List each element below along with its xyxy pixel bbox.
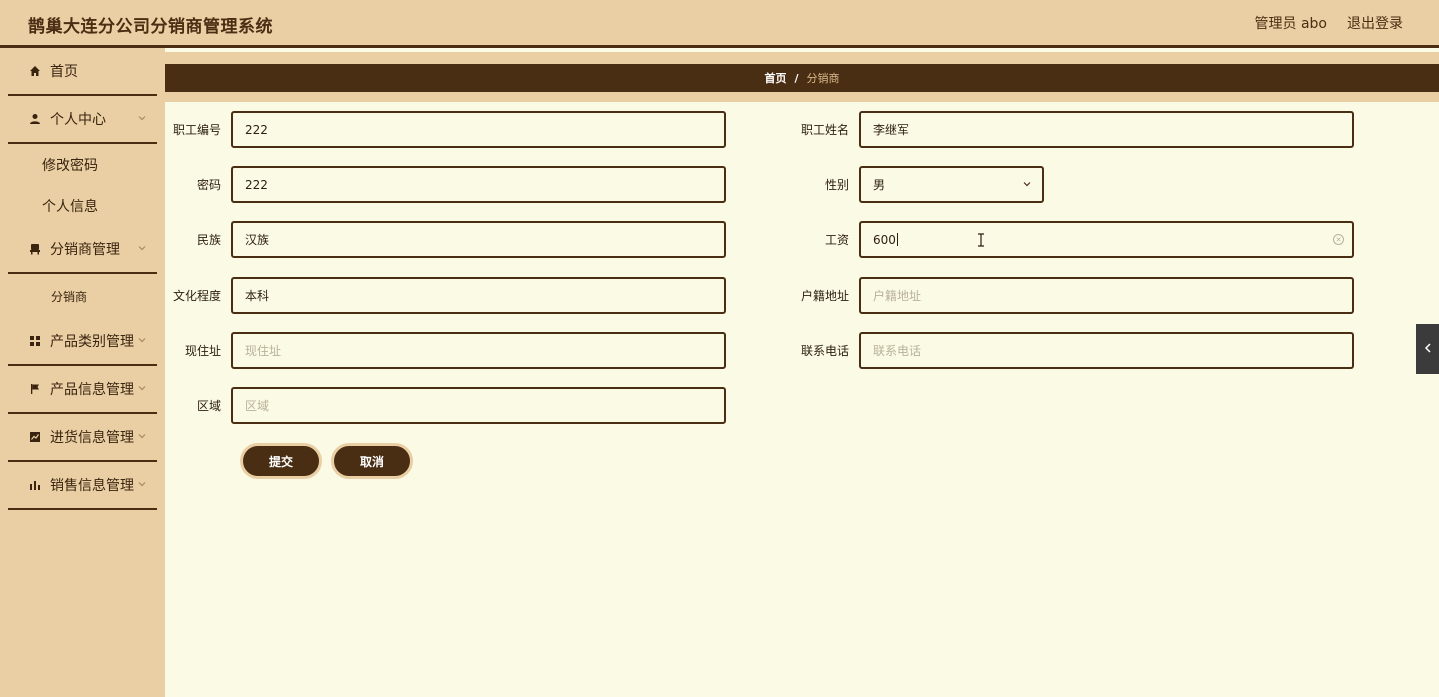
region-field[interactable]: 区域 (231, 387, 726, 424)
password-label: 密码 (196, 178, 221, 192)
form-row-password: 密码 222 (165, 166, 726, 203)
bar-chart-icon (28, 478, 42, 492)
chevron-down-icon (137, 431, 147, 441)
submit-button[interactable]: 提交 (240, 443, 322, 479)
chevron-down-icon (1022, 179, 1032, 192)
gender-select[interactable]: 男 (859, 166, 1044, 203)
sidebar-subitem-personal-info[interactable]: 个人信息 (0, 185, 165, 226)
sidebar-item-label: 个人中心 (50, 112, 106, 128)
form-row-phone: 联系电话 联系电话 (793, 332, 1354, 369)
ethnicity-value: 汉族 (245, 233, 270, 247)
password-field[interactable]: 222 (231, 166, 726, 203)
chevron-down-icon (137, 243, 147, 253)
gender-value: 男 (873, 178, 886, 192)
sidebar-item-label: 分销商管理 (50, 242, 120, 258)
sidebar-item-personal-center[interactable]: 个人中心 (8, 96, 157, 144)
sidebar-item-distributor-mgmt[interactable]: 分销商管理 (8, 226, 157, 274)
flag-icon (28, 382, 42, 396)
current-address-label: 现住址 (184, 344, 221, 358)
sidebar-item-home[interactable]: 首页 (8, 48, 157, 96)
form-row-education: 文化程度 本科 (165, 277, 726, 314)
top-header: 鹊巢大连分公司分销商管理系统 管理员 abo 退出登录 (0, 0, 1439, 48)
sidebar-menu: 首页 个人中心 修改密码 个人信息 分销商管理 分销商 产品类别管理 产品信息管… (0, 48, 165, 510)
employee-name-label: 职工姓名 (800, 123, 849, 137)
app-title: 鹊巢大连分公司分销商管理系统 (28, 17, 273, 37)
bottom-band (165, 92, 1439, 102)
household-address-label: 户籍地址 (800, 289, 849, 303)
region-label: 区域 (196, 399, 221, 413)
education-field[interactable]: 本科 (231, 277, 726, 314)
sidebar-item-purchase-info-mgmt[interactable]: 进货信息管理 (8, 414, 157, 462)
phone-label: 联系电话 (800, 344, 849, 358)
sidebar-item-sales-info-mgmt[interactable]: 销售信息管理 (8, 462, 157, 510)
employee-id-label: 职工编号 (172, 123, 221, 137)
phone-placeholder: 联系电话 (873, 344, 922, 358)
admin-label: 管理员 abo (1254, 16, 1327, 32)
breadcrumb: 首页 / 分销商 (165, 64, 1439, 92)
region-placeholder: 区域 (245, 399, 270, 413)
sidebar-subitem-distributor[interactable]: 分销商 (0, 274, 165, 318)
sidebar-item-label: 产品类别管理 (50, 334, 134, 350)
form-row-salary: 工资 600 ✕ (793, 221, 1354, 258)
cancel-button[interactable]: 取消 (331, 443, 413, 479)
form-row-ethnicity: 民族 汉族 (165, 221, 726, 258)
employee-name-field[interactable]: 李继军 (859, 111, 1354, 148)
employee-id-field[interactable]: 222 (231, 111, 726, 148)
chevron-down-icon (137, 113, 147, 123)
employee-id-value: 222 (245, 122, 268, 137)
breadcrumb-current: 分销商 (806, 72, 840, 85)
chevron-down-icon (137, 479, 147, 489)
chevron-down-icon (137, 335, 147, 345)
side-panel-toggle[interactable] (1416, 324, 1439, 374)
ethnicity-field[interactable]: 汉族 (231, 221, 726, 258)
salary-value: 600 (873, 232, 896, 247)
sidebar: 首页 个人中心 修改密码 个人信息 分销商管理 分销商 产品类别管理 产品信息管… (0, 48, 165, 697)
header-user-area: 管理员 abo 退出登录 (1255, 13, 1403, 33)
form-row-employee-name: 职工姓名 李继军 (793, 111, 1354, 148)
sidebar-item-label: 进货信息管理 (50, 430, 134, 446)
top-band (165, 52, 1439, 64)
household-address-field[interactable]: 户籍地址 (859, 277, 1354, 314)
phone-field[interactable]: 联系电话 (859, 332, 1354, 369)
employee-name-value: 李继军 (873, 123, 910, 137)
form-row-household-address: 户籍地址 户籍地址 (793, 277, 1354, 314)
chair-icon (28, 242, 42, 256)
current-address-placeholder: 现住址 (245, 344, 282, 358)
clear-icon[interactable]: ✕ (1333, 234, 1344, 245)
sidebar-item-label: 首页 (50, 64, 78, 80)
gender-label: 性别 (824, 178, 849, 192)
household-address-placeholder: 户籍地址 (873, 289, 922, 303)
form-row-current-address: 现住址 现住址 (165, 332, 726, 369)
text-caret (896, 233, 898, 246)
logout-link[interactable]: 退出登录 (1347, 13, 1403, 33)
chevron-left-icon (1424, 342, 1432, 356)
ethnicity-label: 民族 (196, 233, 221, 247)
salary-field[interactable]: 600 ✕ (859, 221, 1354, 258)
breadcrumb-separator: / (794, 71, 799, 85)
salary-label: 工资 (824, 233, 849, 247)
text-cursor-icon (977, 233, 985, 251)
main-content: 首页 / 分销商 职工编号 222 密码 222 民族 汉族 文化程度 本科 现… (165, 48, 1439, 697)
sidebar-subitem-change-password[interactable]: 修改密码 (0, 144, 165, 185)
breadcrumb-home[interactable]: 首页 (764, 70, 786, 86)
education-label: 文化程度 (172, 289, 221, 303)
form-row-gender: 性别 男 (793, 166, 1044, 203)
sidebar-item-product-info-mgmt[interactable]: 产品信息管理 (8, 366, 157, 414)
sidebar-item-label: 产品信息管理 (50, 382, 134, 398)
sidebar-item-label: 销售信息管理 (50, 478, 134, 494)
form-row-region: 区域 区域 (165, 387, 726, 424)
current-address-field[interactable]: 现住址 (231, 332, 726, 369)
education-value: 本科 (245, 289, 270, 303)
home-icon (28, 64, 42, 78)
area-chart-icon (28, 430, 42, 444)
form-row-employee-id: 职工编号 222 (165, 111, 726, 148)
chevron-down-icon (137, 383, 147, 393)
password-value: 222 (245, 177, 268, 192)
sidebar-item-product-category-mgmt[interactable]: 产品类别管理 (8, 318, 157, 366)
grid-icon (28, 334, 42, 348)
user-icon (28, 112, 42, 126)
